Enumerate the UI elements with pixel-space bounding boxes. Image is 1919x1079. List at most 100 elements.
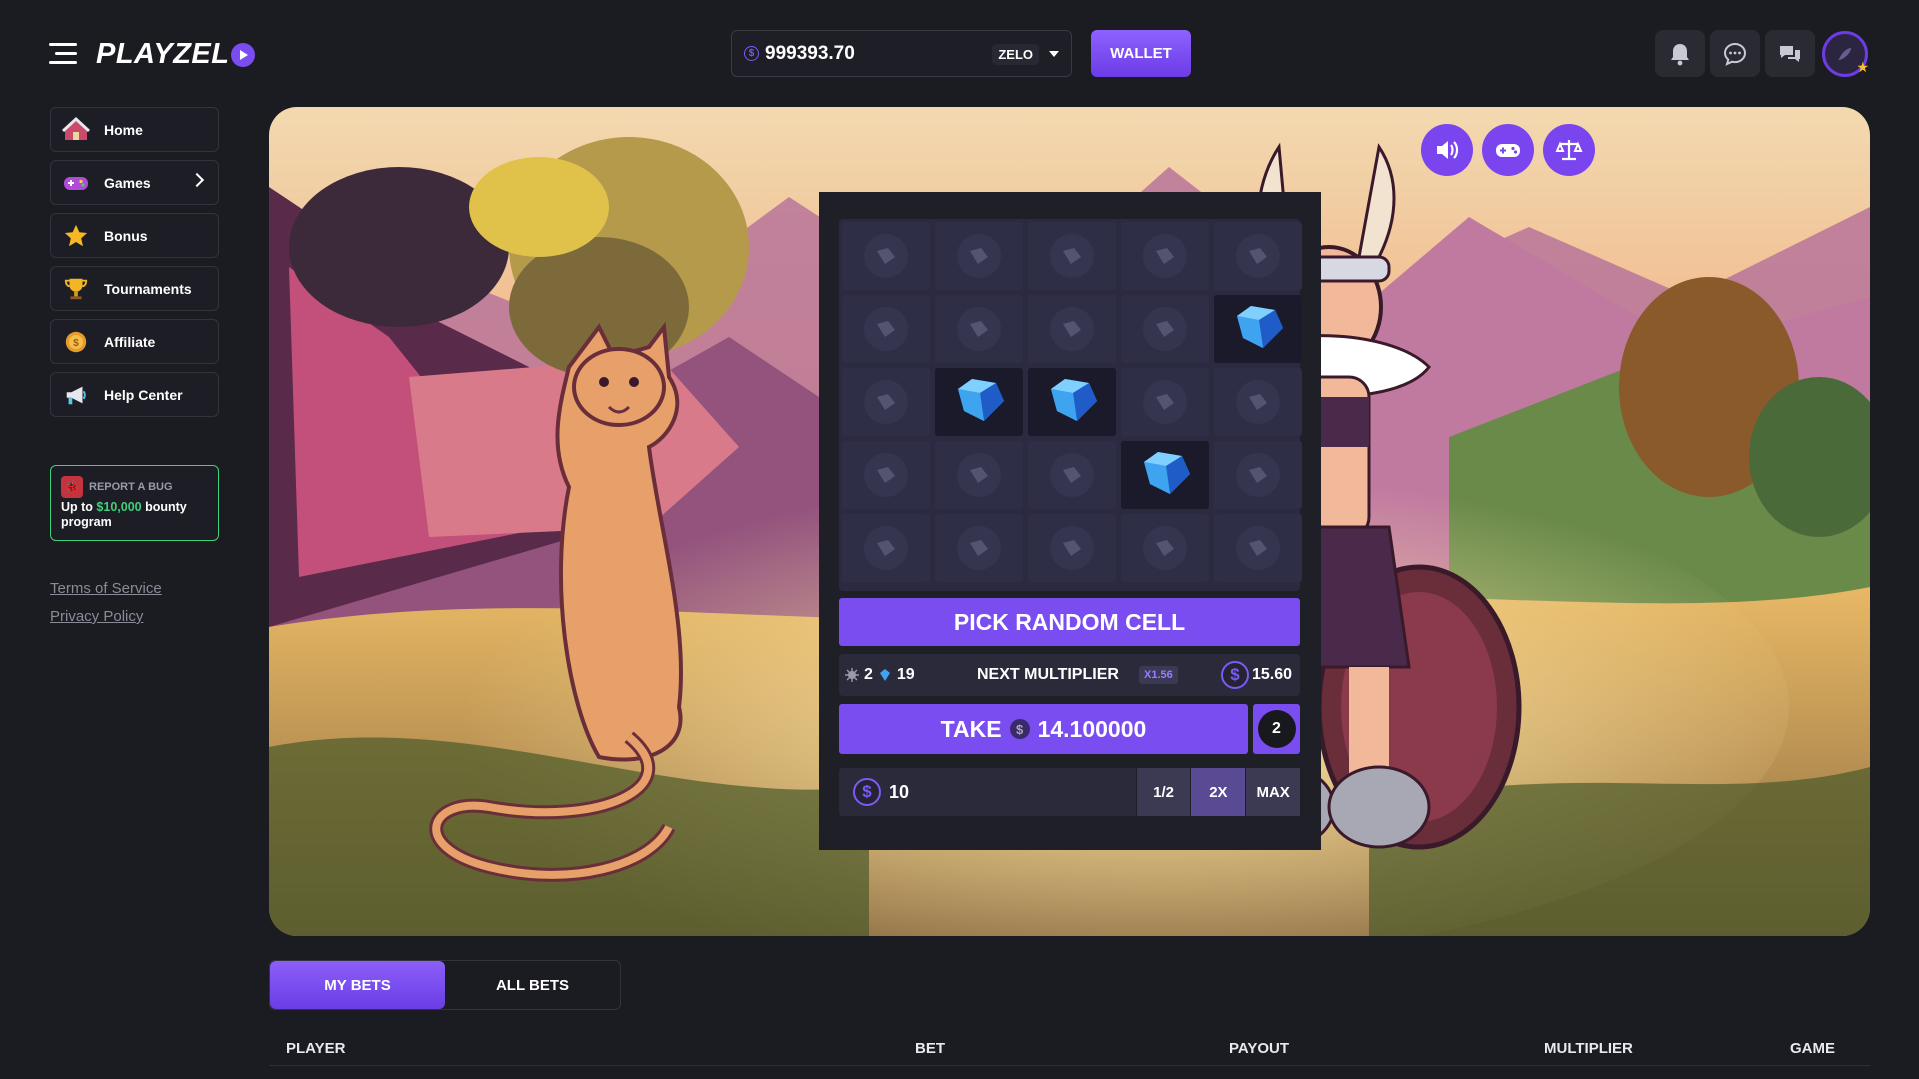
sidebar-item-tournaments[interactable]: Tournaments	[50, 266, 219, 311]
chevron-down-icon	[1049, 51, 1059, 57]
bet-amount-input[interactable]	[889, 781, 1089, 803]
hidden-cell[interactable]	[842, 368, 930, 436]
revealed-gem-cell[interactable]	[935, 368, 1023, 436]
star-icon: ★	[1856, 59, 1869, 75]
game-info-bar: 2 19 NEXT MULTIPLIER X1.56 $ 15.60	[839, 654, 1300, 696]
hidden-cell[interactable]	[1121, 368, 1209, 436]
hidden-tile-icon	[1050, 526, 1094, 570]
max-bet-button[interactable]: MAX	[1246, 768, 1301, 816]
sidebar-item-affiliate[interactable]: $ Affiliate	[50, 319, 219, 364]
next-multiplier-label: NEXT MULTIPLIER	[977, 666, 1119, 683]
hidden-tile-icon	[957, 453, 1001, 497]
hidden-tile-icon	[1143, 307, 1187, 351]
mines-grid	[839, 219, 1302, 591]
hidden-tile-icon	[1143, 380, 1187, 424]
hidden-cell[interactable]	[842, 514, 930, 582]
hidden-tile-icon	[864, 234, 908, 278]
terms-link[interactable]: Terms of Service	[50, 580, 162, 597]
bet-amount-row: $ 1/2 2X MAX	[839, 768, 1301, 816]
coin-icon: $	[1009, 719, 1030, 739]
hamburger-menu-icon[interactable]	[49, 43, 77, 65]
hidden-cell[interactable]	[935, 514, 1023, 582]
take-label: TAKE	[940, 715, 1002, 742]
hidden-cell[interactable]	[935, 441, 1023, 509]
column-header-game[interactable]: GAME	[1790, 1040, 1835, 1057]
hidden-tile-icon	[1236, 526, 1280, 570]
sidebar-item-bonus[interactable]: Bonus	[50, 213, 219, 258]
sound-icon[interactable]	[1421, 124, 1473, 176]
gems-count: 19	[896, 666, 915, 683]
hidden-tile-icon	[1236, 234, 1280, 278]
hidden-tile-icon	[1050, 234, 1094, 278]
hidden-cell[interactable]	[842, 441, 930, 509]
fairness-scale-icon[interactable]	[1543, 124, 1595, 176]
home-icon	[62, 116, 90, 144]
column-header-bet[interactable]: BET	[915, 1040, 945, 1057]
hidden-cell[interactable]	[1214, 222, 1302, 290]
hidden-cell[interactable]	[842, 222, 930, 290]
gem-icon	[1136, 448, 1194, 503]
sidebar-item-help-center[interactable]: Help Center	[50, 372, 219, 417]
revealed-gem-cell[interactable]	[1214, 295, 1302, 363]
hidden-cell[interactable]	[1028, 441, 1116, 509]
balance-display[interactable]: $ 999393.70 ZELO	[731, 30, 1072, 77]
sidebar-item-games[interactable]: Games	[50, 160, 219, 205]
gem-icon	[1043, 375, 1101, 430]
sidebar-item-label: Games	[104, 174, 151, 191]
mines-gems-counter: 2 19	[845, 666, 915, 684]
bet-input-wrapper: $	[839, 768, 1136, 816]
hidden-cell[interactable]	[1028, 222, 1116, 290]
report-bug-card[interactable]: 🐞 REPORT A BUG Up to $10,000 bounty prog…	[50, 465, 219, 541]
mines-game-area: PICK RANDOM CELL 2 19 NEXT MULTIPLIER X1…	[269, 107, 1870, 936]
column-header-multiplier[interactable]: MULTIPLIER	[1544, 1040, 1633, 1057]
tab-my-bets[interactable]: MY BETS	[270, 961, 445, 1009]
sidebar-item-home[interactable]: Home	[50, 107, 219, 152]
column-header-player[interactable]: PLAYER	[286, 1040, 345, 1057]
user-avatar[interactable]: ★	[1822, 31, 1869, 77]
column-header-payout[interactable]: PAYOUT	[1229, 1040, 1289, 1057]
hidden-cell[interactable]	[1121, 295, 1209, 363]
brand-logo[interactable]: PLAYZEL	[96, 38, 256, 71]
hidden-cell[interactable]	[1028, 514, 1116, 582]
tab-all-bets[interactable]: ALL BETS	[445, 961, 620, 1009]
revealed-gem-cell[interactable]	[1121, 441, 1209, 509]
hidden-cell[interactable]	[842, 295, 930, 363]
hidden-cell[interactable]	[1214, 368, 1302, 436]
hidden-tile-icon	[1050, 307, 1094, 351]
hidden-tile-icon	[1143, 526, 1187, 570]
privacy-link[interactable]: Privacy Policy	[50, 608, 143, 625]
sidebar: Home Games Bonus Tournaments $ Affiliate…	[50, 107, 219, 425]
hidden-tile-icon	[957, 526, 1001, 570]
rocket-icon	[1838, 47, 1852, 61]
hidden-cell[interactable]	[1028, 295, 1116, 363]
bug-card-text: Up to $10,000 bounty program	[61, 500, 187, 529]
half-bet-button[interactable]: 1/2	[1136, 768, 1191, 816]
next-multiplier-badge: X1.56	[1139, 666, 1178, 684]
mines-count-selector[interactable]: 2	[1253, 704, 1300, 754]
gem-icon	[1229, 302, 1287, 357]
take-cashout-button[interactable]: TAKE $ 14.100000	[839, 704, 1248, 754]
bell-icon[interactable]	[1655, 30, 1705, 77]
chat-icon[interactable]	[1710, 30, 1760, 77]
hidden-cell[interactable]	[1121, 514, 1209, 582]
wallet-button[interactable]: WALLET	[1091, 30, 1191, 77]
hidden-tile-icon	[864, 307, 908, 351]
hidden-tile-icon	[1050, 453, 1094, 497]
gem-icon	[879, 669, 890, 681]
hidden-cell[interactable]	[1121, 222, 1209, 290]
mines-count: 2	[864, 666, 873, 683]
hidden-cell[interactable]	[935, 222, 1023, 290]
pick-random-cell-button[interactable]: PICK RANDOM CELL	[839, 598, 1300, 646]
revealed-gem-cell[interactable]	[1028, 368, 1116, 436]
svg-text:$: $	[73, 338, 79, 349]
double-bet-button[interactable]: 2X	[1191, 768, 1246, 816]
coin-icon: $	[744, 46, 759, 61]
messages-icon[interactable]	[1765, 30, 1815, 77]
sidebar-item-label: Affiliate	[104, 333, 156, 350]
mines-panel: PICK RANDOM CELL 2 19 NEXT MULTIPLIER X1…	[819, 192, 1321, 850]
gamepad-icon[interactable]	[1482, 124, 1534, 176]
hidden-cell[interactable]	[1214, 441, 1302, 509]
hidden-cell[interactable]	[935, 295, 1023, 363]
hidden-cell[interactable]	[1214, 514, 1302, 582]
currency-selector[interactable]: ZELO	[992, 41, 1059, 67]
